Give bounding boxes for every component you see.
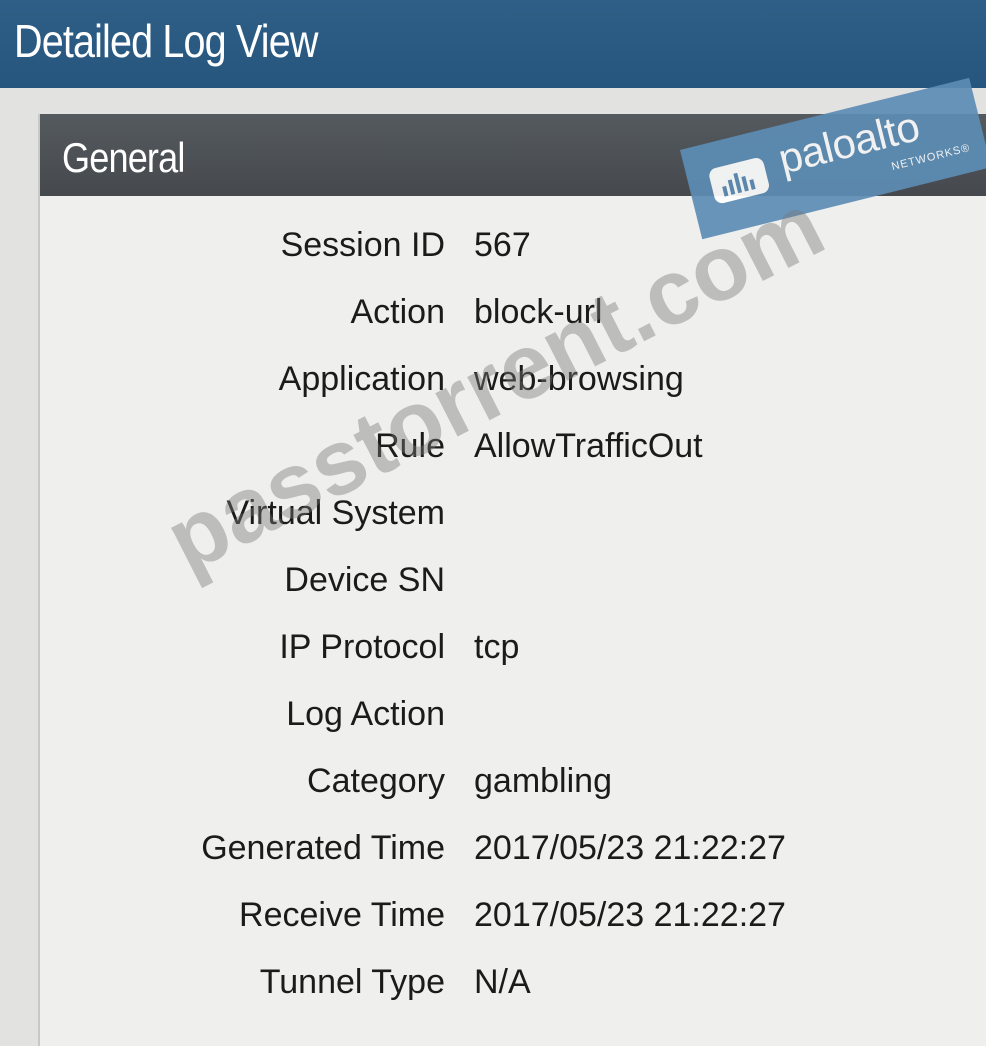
window-title-bar: Detailed Log View — [0, 0, 986, 88]
detail-fields: Session ID 567 Action block-url Applicat… — [38, 220, 986, 1024]
field-label: Category — [307, 762, 445, 800]
field-label: Action — [350, 293, 446, 331]
field-row-action: Action block-url — [38, 287, 986, 354]
field-row-rule: Rule AllowTrafficOut — [38, 421, 986, 488]
window-title: Detailed Log View — [14, 15, 318, 67]
field-value: tcp — [474, 628, 520, 666]
field-row-application: Application web-browsing — [38, 354, 986, 421]
field-label: Session ID — [280, 226, 445, 264]
field-row-session-id: Session ID 567 — [38, 220, 986, 287]
paloalto-mark-icon — [709, 158, 769, 204]
field-row-virtual-system: Virtual System — [38, 488, 986, 555]
field-value: gambling — [474, 762, 612, 800]
field-label: Tunnel Type — [259, 963, 445, 1001]
field-value: N/A — [474, 963, 531, 1001]
field-row-ip-protocol: IP Protocol tcp — [38, 622, 986, 689]
field-value: web-browsing — [474, 360, 684, 398]
field-label: Receive Time — [239, 896, 445, 934]
field-label: IP Protocol — [279, 628, 445, 666]
field-label: Rule — [375, 427, 445, 465]
field-row-category: Category gambling — [38, 756, 986, 823]
field-label: Generated Time — [201, 829, 445, 867]
field-label: Log Action — [286, 695, 445, 733]
general-panel-title: General — [62, 134, 185, 181]
field-row-generated-time: Generated Time 2017/05/23 21:22:27 — [38, 823, 986, 890]
field-label: Virtual System — [226, 494, 445, 532]
field-row-receive-time: Receive Time 2017/05/23 21:22:27 — [38, 890, 986, 957]
field-row-log-action: Log Action — [38, 689, 986, 756]
field-value: AllowTrafficOut — [474, 427, 703, 465]
field-label: Device SN — [284, 561, 445, 599]
field-label: Application — [278, 360, 445, 398]
field-value: 2017/05/23 21:22:27 — [474, 896, 786, 934]
field-value: 567 — [474, 226, 531, 264]
field-value: 2017/05/23 21:22:27 — [474, 829, 786, 867]
field-value: block-url — [474, 293, 603, 331]
field-row-tunnel-type: Tunnel Type N/A — [38, 957, 986, 1024]
field-row-device-sn: Device SN — [38, 555, 986, 622]
